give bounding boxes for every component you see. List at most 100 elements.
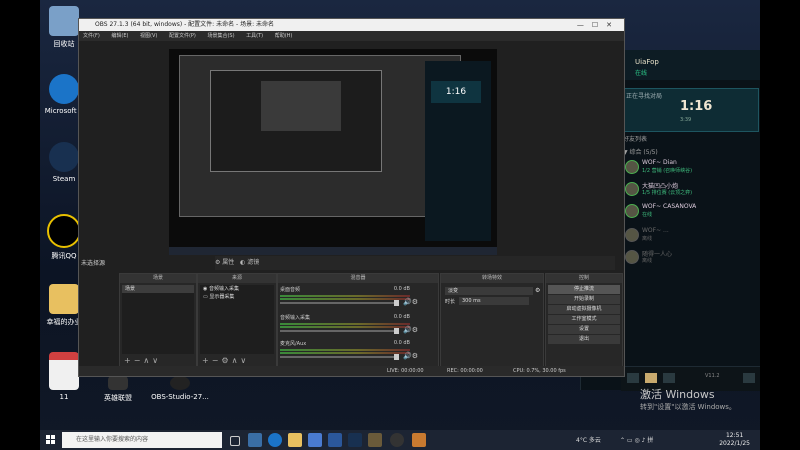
- window-controls[interactable]: —☐✕: [577, 19, 620, 31]
- widgets-icon[interactable]: [248, 433, 262, 447]
- activate-sub: 转到"设置"以激活 Windows。: [640, 403, 736, 411]
- explorer-taskbar-icon[interactable]: [288, 433, 302, 447]
- preview-recursive-capture: [179, 55, 461, 217]
- start-recording-button[interactable]: 开始录制: [548, 295, 620, 304]
- obs-menubar: 文件(F) 编辑(E) 视图(V) 配置文件(P) 场景集合(S) 工具(T) …: [79, 31, 624, 41]
- notes-icon[interactable]: [645, 373, 657, 383]
- live-status: LIVE: 00:00:00: [387, 368, 424, 374]
- preview-nested-window: [210, 70, 382, 172]
- channel-db: 0.0 dB: [393, 314, 410, 320]
- recycle-bin-icon: [49, 6, 79, 36]
- menu-scene-collection[interactable]: 场景集合(S): [207, 33, 234, 39]
- obs-statusbar: LIVE: 00:00:00 REC: 00:00:00 CPU: 0.7%, …: [79, 366, 624, 376]
- pdf-icon: [49, 352, 79, 390]
- volume-slider[interactable]: [280, 356, 398, 358]
- volume-knob[interactable]: [394, 328, 399, 334]
- filters-button[interactable]: 滤镜: [247, 259, 259, 266]
- app-taskbar-icon[interactable]: [368, 433, 382, 447]
- controls-dock: 控制 停止推流 开始录制 启动虚拟摄像机 工作室模式 设置 退出: [545, 273, 623, 367]
- mixer-dock-title: 混音器: [278, 274, 438, 283]
- menu-edit[interactable]: 编辑(E): [111, 33, 128, 39]
- friend-avatar: [625, 204, 639, 218]
- desktop-icon-lol[interactable]: 英雄联盟: [88, 376, 148, 403]
- scenes-list: 场景: [122, 285, 194, 354]
- source-label: 显示器采集: [209, 294, 235, 300]
- properties-button[interactable]: 属性: [222, 259, 234, 266]
- duration-input[interactable]: 300 ms: [459, 297, 529, 305]
- channel-db: 0.0 dB: [393, 340, 410, 346]
- source-item[interactable]: ▭ 显示器采集: [200, 293, 274, 301]
- virtual-camera-button[interactable]: 启动虚拟摄像机: [548, 305, 620, 314]
- studio-mode-button[interactable]: 工作室模式: [548, 315, 620, 324]
- preview-league-client: 1:16: [425, 61, 491, 241]
- menu-profile[interactable]: 配置文件(P): [169, 33, 196, 39]
- menu-view[interactable]: 视图(V): [140, 33, 157, 39]
- weather[interactable]: 4°C 多云: [576, 435, 601, 444]
- settings-button[interactable]: 设置: [548, 325, 620, 334]
- speaker-icon[interactable]: 🔊⚙: [403, 352, 418, 360]
- friends-group[interactable]: ▼ 综合 (5/5): [623, 147, 658, 156]
- menu-file[interactable]: 文件(F): [83, 33, 100, 39]
- mic-icon[interactable]: [663, 373, 675, 383]
- friend-item[interactable]: 随得一人心 离线: [625, 248, 755, 266]
- desktop-icon-obs[interactable]: OBS-Studio-27...: [150, 376, 210, 401]
- task-view-icon[interactable]: [230, 436, 240, 446]
- transitions-dock: 转场特效 淡变 ⚙ 时长 300 ms: [440, 273, 544, 367]
- mail-taskbar-icon[interactable]: [328, 433, 342, 447]
- taskbar-clock[interactable]: 12:51 2022/1/25: [719, 432, 750, 448]
- league-taskbar-icon[interactable]: [412, 433, 426, 447]
- chat-icon[interactable]: [627, 373, 639, 383]
- friend-name: WOF~ Dian: [642, 159, 677, 166]
- window-title: OBS 27.1.3 (64 bit, windows) - 配置文件: 未命名…: [95, 21, 275, 28]
- friend-status: 1/5 排位赛 (云顶之弈): [642, 190, 693, 196]
- friend-item[interactable]: WOF~ CASANOVA 在线: [625, 202, 755, 220]
- activate-windows-watermark: 激活 Windows 转到"设置"以激活 Windows。: [640, 386, 736, 412]
- friend-avatar: [625, 228, 639, 242]
- taskbar-search-input[interactable]: 在这里输入你要搜索的内容: [62, 432, 222, 448]
- transitions-dock-title: 转场特效: [441, 274, 543, 283]
- friends-title: 好友列表: [623, 136, 648, 143]
- tray-icons[interactable]: ⌃ ▭ ◎ ♪ 拼: [620, 435, 653, 444]
- friend-item[interactable]: WOF~ ... 离线: [625, 226, 755, 244]
- queue-panel[interactable]: 正在寻找对局 1:16 3:39: [621, 88, 759, 132]
- sources-dock: 来源 ◉ 音频输入采集 ▭ 显示器采集 +−⚙∧∨: [197, 273, 277, 367]
- cpu-status: CPU: 0.7%, 30.00 fps: [513, 368, 566, 374]
- version-label: V11.2: [705, 373, 720, 379]
- sources-dock-title: 来源: [198, 274, 276, 283]
- scene-item[interactable]: 场景: [122, 285, 194, 293]
- exit-button[interactable]: 退出: [548, 335, 620, 344]
- queue-estimate: 3:39: [680, 117, 692, 123]
- friend-item[interactable]: WOF~ Dian 1/2 营销 (召唤师峡谷): [625, 158, 755, 176]
- windows-start-icon[interactable]: [46, 435, 56, 445]
- source-item[interactable]: ◉ 音频输入采集: [200, 285, 274, 293]
- store-taskbar-icon[interactable]: [308, 433, 322, 447]
- friend-item[interactable]: 大猫凹凸小炮 1/5 排位赛 (云顶之弈): [625, 180, 755, 198]
- level-meter: [280, 349, 410, 351]
- volume-slider[interactable]: [280, 302, 398, 304]
- clock-date: 2022/1/25: [719, 440, 750, 447]
- stop-streaming-button[interactable]: 停止推流: [548, 285, 620, 294]
- obs-preview[interactable]: 1:16: [169, 49, 497, 255]
- sources-list: ◉ 音频输入采集 ▭ 显示器采集: [200, 285, 274, 354]
- scene-controls[interactable]: +−∧∨: [124, 356, 161, 365]
- source-controls[interactable]: +−⚙∧∨: [202, 356, 249, 365]
- level-meter: [280, 352, 410, 354]
- volume-knob[interactable]: [394, 300, 399, 306]
- menu-help[interactable]: 帮助(H): [275, 33, 293, 39]
- help-icon[interactable]: [743, 373, 755, 383]
- transition-select[interactable]: 淡变: [445, 287, 533, 295]
- lol-status: 在线: [635, 70, 648, 77]
- obs-titlebar[interactable]: OBS 27.1.3 (64 bit, windows) - 配置文件: 未命名…: [79, 19, 624, 31]
- obs-taskbar-icon[interactable]: [390, 433, 404, 447]
- steam-taskbar-icon[interactable]: [348, 433, 362, 447]
- volume-knob[interactable]: [394, 354, 399, 360]
- queue-time: 1:16: [680, 99, 713, 114]
- qq-icon: [47, 214, 81, 248]
- volume-slider[interactable]: [280, 330, 398, 332]
- speaker-icon[interactable]: 🔊⚙: [403, 326, 418, 334]
- menu-tools[interactable]: 工具(T): [246, 33, 263, 39]
- edge-taskbar-icon[interactable]: [268, 433, 282, 447]
- level-meter: [280, 323, 410, 325]
- speaker-icon[interactable]: 🔊⚙: [403, 298, 418, 306]
- transition-gear-icon[interactable]: ⚙: [535, 287, 540, 294]
